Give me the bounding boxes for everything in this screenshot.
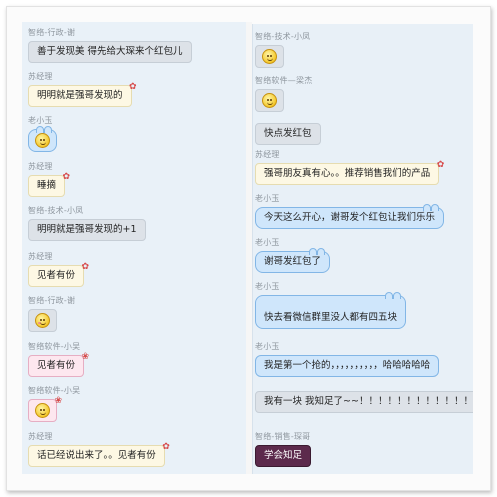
message: 苏经理 明明就是强哥发现的 ✿: [28, 72, 137, 107]
message-bubble[interactable]: [255, 89, 284, 112]
message-bubble[interactable]: 见者有份 ❀: [28, 353, 89, 377]
message: 智络软件-小吴 见者有份 ❀: [28, 342, 89, 377]
bow-icon: ❀: [54, 396, 62, 406]
message-bubble[interactable]: [28, 126, 57, 152]
flower-icon: ✿: [162, 442, 170, 452]
message-bubble[interactable]: 明明就是强哥发现的+1: [28, 219, 146, 241]
sender-name: 苏经理: [28, 162, 53, 171]
sender-name: 老小玉: [28, 116, 53, 125]
message: 老小玉 我是第一个抢的，，，，，，，，，，哈哈哈哈哈: [255, 342, 440, 377]
message: 苏经理 见者有份 ✿: [28, 252, 89, 287]
message-text: 强哥朋友真有心。。推荐销售我们的产品: [264, 168, 431, 179]
message-bubble[interactable]: 强哥朋友真有心。。推荐销售我们的产品 ✿: [255, 161, 444, 185]
message-text: 明明就是强哥发现的: [37, 90, 123, 101]
message-text: 睡摘: [37, 180, 57, 191]
message: 苏经理 话已经说出来了。。见者有份 ✿: [28, 432, 170, 467]
tongue-emoji-icon: [262, 49, 277, 64]
message-bubble[interactable]: 见者有份 ✿: [28, 263, 89, 287]
flower-icon: ✿: [81, 262, 90, 272]
sender-name: 苏经理: [28, 252, 53, 261]
sender-name: 智络-行政-谢: [28, 296, 76, 305]
message: 智络-技术-小凤: [255, 32, 310, 68]
message-bubble[interactable]: 快去看微信群里没人都有四五块: [255, 292, 407, 329]
message-bubble[interactable]: 睡摘 ✿: [28, 173, 70, 197]
message-text: 见者有份: [37, 270, 76, 281]
sender-name: 智络-销售-琛哥: [255, 432, 311, 441]
message-bubble[interactable]: 我是第一个抢的，，，，，，，，，，哈哈哈哈哈: [255, 355, 440, 377]
message: 智络-行政-谢: [28, 296, 75, 332]
sender-name: 老小玉: [255, 238, 280, 247]
message-bubble[interactable]: 学会知足: [255, 445, 312, 467]
message: 智络-行政-谢 善于发现美 得先给大琛来个红包儿: [28, 28, 192, 63]
message: 智络软件—梁杰: [255, 76, 312, 112]
message-bubble[interactable]: 快点发红包: [255, 123, 321, 145]
sender-name: 智络-技术-小凤: [28, 206, 84, 215]
message-bubble[interactable]: 善于发现美 得先给大琛来个红包儿: [28, 41, 192, 63]
message-bubble[interactable]: 话已经说出来了。。见者有份 ✿: [28, 443, 170, 467]
sender-name: 老小玉: [255, 194, 280, 203]
message: 我有一块 我知足了~~！！！！！！！！！！！！: [255, 388, 473, 413]
message: 老小玉 谢哥发红包了: [255, 238, 331, 273]
message: 老小玉 快去看微信群里没人都有四五块: [255, 282, 407, 329]
bow-icon: ❀: [81, 352, 90, 362]
laugh-emoji-icon: [262, 93, 277, 108]
message-text: 话已经说出来了。。见者有份: [37, 450, 156, 461]
sender-name: 苏经理: [28, 72, 53, 81]
sender-name: 智络-行政-谢: [28, 28, 76, 37]
flower-icon: ✿: [62, 172, 71, 182]
tongue-emoji-icon: [35, 403, 50, 418]
sender-name: 苏经理: [255, 150, 280, 159]
message-bubble[interactable]: [28, 309, 57, 332]
message-bubble[interactable]: 我有一块 我知足了~~！！！！！！！！！！！！: [255, 391, 473, 413]
flower-icon: ✿: [436, 160, 445, 170]
message-bubble[interactable]: 今天这么开心，谢哥发个红包让我们乐乐: [255, 204, 445, 229]
message-bubble[interactable]: [255, 45, 284, 68]
wink-emoji-icon: [35, 313, 50, 328]
message: 快点发红包: [255, 120, 321, 145]
chat-panel-right[interactable]: 智络-技术-小凤 智络软件—梁杰 快点发红包 苏经理 强哥朋友真有心。。推荐销售…: [252, 24, 473, 474]
flower-icon: ✿: [128, 82, 137, 92]
sender-name: 智络-技术-小凤: [255, 32, 311, 41]
grin-emoji-icon: [35, 133, 50, 148]
message-bubble[interactable]: 谢哥发红包了: [255, 248, 331, 273]
message: 老小玉: [28, 116, 57, 152]
chat-panel-left[interactable]: 智络-行政-谢 善于发现美 得先给大琛来个红包儿 苏经理 明明就是强哥发现的 ✿ …: [22, 22, 246, 474]
sender-name: 智络软件-小吴: [28, 342, 81, 351]
message: 智络-技术-小凤 明明就是强哥发现的+1: [28, 206, 146, 241]
message: 老小玉 今天这么开心，谢哥发个红包让我们乐乐: [255, 194, 445, 229]
message: 苏经理 睡摘 ✿: [28, 162, 70, 197]
message: 苏经理 强哥朋友真有心。。推荐销售我们的产品 ✿: [255, 150, 444, 185]
message-bubble[interactable]: 明明就是强哥发现的 ✿: [28, 83, 137, 107]
sender-name: 苏经理: [28, 432, 53, 441]
message-bubble[interactable]: ❀: [28, 397, 62, 422]
message: 智络-销售-琛哥 学会知足: [255, 432, 312, 467]
sender-name: 智络软件—梁杰: [255, 76, 313, 85]
message-text: 见者有份: [37, 360, 76, 371]
sender-name: 老小玉: [255, 342, 280, 351]
message: 智络软件-小吴 ❀: [28, 386, 80, 422]
sender-name: 老小玉: [255, 282, 280, 291]
sender-name: 智络软件-小吴: [28, 386, 81, 395]
